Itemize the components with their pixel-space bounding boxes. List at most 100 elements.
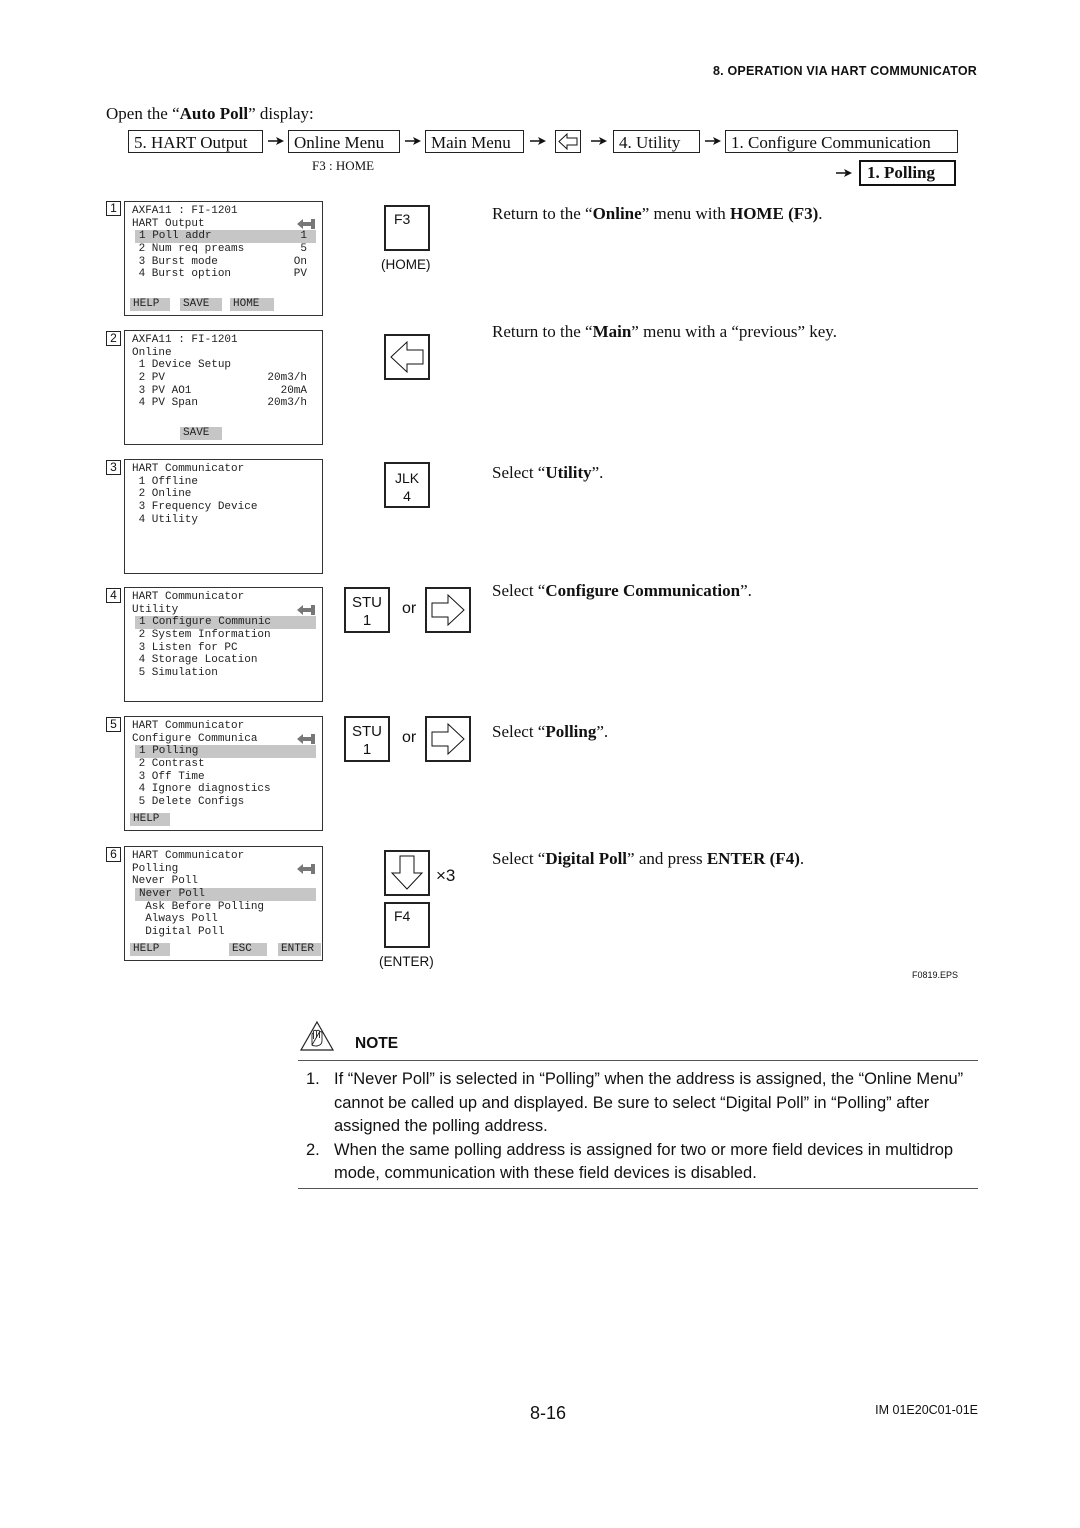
lcd-line: 3 Frequency Device [125, 501, 322, 514]
lcd-line-text: Ask Before Polling [132, 900, 265, 913]
lcd-line: 4 Storage Location [125, 654, 322, 667]
lcd-fkey-home: HOME [230, 298, 274, 311]
lcd-line: Polling [125, 863, 322, 876]
key-digit: 1 [362, 612, 372, 629]
breadcrumb-configure-communication: 1. Configure Communication [725, 130, 958, 153]
lcd-line: HART Communicator [125, 850, 322, 863]
instr-text: Select “ [492, 722, 546, 741]
lcd-line-text: 5 Simulation [132, 667, 218, 680]
stu-1-key: STU 1 [344, 587, 390, 633]
lcd-fkey-help: HELP [130, 298, 170, 311]
intro-suffix: ” display: [248, 104, 314, 123]
lcd-line-text: 4 PV Span [132, 397, 199, 410]
instr-text: Select “ [492, 849, 546, 868]
lcd-line-text: 1 Polling [139, 745, 199, 758]
figure-id: F0819.EPS [911, 970, 958, 980]
instr-text: Return to the “ [492, 322, 593, 341]
lcd-line-text: Always Poll [132, 913, 218, 926]
step-5-instruction: Select “Polling”. [492, 722, 608, 742]
lcd-line-text: 2 PV [132, 372, 166, 385]
lcd-fkey-help: HELP [130, 943, 170, 956]
lcd-line-text: Polling [132, 862, 179, 875]
lcd-fkey-esc: ESC [229, 943, 267, 956]
right-arrow-key [425, 587, 471, 633]
lcd-line: Always Poll [125, 913, 322, 926]
lcd-line-text: 4 Storage Location [132, 654, 258, 667]
instr-text: Return to the “ [492, 204, 593, 223]
down-arrow-key [384, 850, 430, 896]
lcd-line-text: 5 Delete Configs [132, 796, 245, 809]
jlk-4-key: JLK 4 [384, 462, 430, 508]
arrow-right-icon [591, 137, 607, 145]
lcd-line-text: Never Poll [139, 888, 206, 901]
step-3-instruction: Select “Utility”. [492, 463, 603, 483]
f4-enter-key: F4 [384, 902, 430, 948]
instr-text: ”. [591, 463, 604, 482]
lcd-line-text: Never Poll [132, 875, 199, 888]
instr-text: ” and press [627, 849, 707, 868]
lcd-line: 4 PV Span 20m3/h [125, 397, 322, 410]
note-item-number: 1. [306, 1070, 320, 1088]
left-arrow-icon [558, 132, 578, 151]
step-2-instruction: Return to the “Main” menu with a “previo… [492, 322, 837, 342]
lcd-line-value: 5 [300, 243, 307, 256]
lcd-line: AXFA11 : FI-1201 [125, 334, 322, 347]
instr-text: . [799, 849, 805, 868]
lcd-line: 2 System Information [125, 629, 322, 642]
document-id: IM 01E20C01-01E [875, 1403, 978, 1417]
step-6-instruction: Select “Digital Poll” and press ENTER (F… [492, 849, 804, 869]
back-arrow-icon [297, 604, 315, 615]
lcd-line: 2 Online [125, 488, 322, 501]
lcd-screen: HART Communicator Configure Communica 1 Po… [124, 716, 323, 831]
lcd-selected-line: Never Poll [135, 888, 316, 901]
lcd-line: HART Communicator [125, 591, 322, 604]
step-number: 4 [106, 588, 121, 603]
lcd-line: 3 Burst mode On [125, 256, 322, 269]
key-caption: (HOME) [381, 257, 431, 272]
lcd-line-text: AXFA11 : FI-1201 [132, 334, 238, 346]
key-label: F3 [394, 211, 411, 227]
lcd-fkey-save: SAVE [180, 298, 222, 311]
lcd-line: 3 Off Time [125, 771, 322, 784]
instr-text: ” menu with a “previous” key. [631, 322, 837, 341]
instr-bold: Utility [545, 463, 592, 482]
right-arrow-icon [431, 722, 465, 756]
caution-hand-icon [299, 1020, 335, 1051]
breadcrumb-polling: 1. Polling [859, 160, 956, 186]
lcd-line-value: 20m3/h [267, 397, 307, 410]
lcd-line: HART Communicator [125, 720, 322, 733]
lcd-line-text: HART Output [132, 217, 205, 230]
lcd-line-value: PV [293, 268, 307, 281]
lcd-line-text: HART Communicator [132, 850, 245, 862]
instr-bold: Online [592, 204, 642, 223]
key-letters: STU [352, 723, 382, 740]
lcd-line-text: 2 Contrast [132, 758, 205, 771]
note-item: 1. If “Never Poll” is selected in “Pollin… [306, 1068, 966, 1139]
intro-bold: Auto Poll [179, 104, 249, 123]
lcd-fkey-save: SAVE [180, 427, 222, 440]
step-number: 2 [106, 331, 121, 346]
lcd-function-keys: HELP SAVE HOME [130, 298, 318, 311]
lcd-line: Ask Before Polling [125, 901, 322, 914]
lcd-line-text: HART Communicator [132, 591, 245, 603]
lcd-line: Configure Communica [125, 733, 322, 746]
left-arrow-icon [390, 340, 424, 374]
lcd-line: HART Communicator [125, 463, 322, 476]
arrow-right-icon [705, 137, 721, 145]
instr-bold: HOME (F3) [729, 204, 819, 223]
lcd-function-keys: HELP [130, 813, 318, 826]
lcd-line: 2 Num req preams 5 [125, 243, 322, 256]
step-number: 3 [106, 460, 121, 475]
section-header: 8. OPERATION VIA HART COMMUNICATOR [713, 64, 977, 78]
key-letters: STU [352, 594, 382, 611]
lcd-line-text: Configure Communica [132, 732, 258, 745]
right-arrow-icon [431, 593, 465, 627]
right-arrow-key [425, 716, 471, 762]
lcd-line-value: On [293, 255, 307, 268]
lcd-line: 3 PV AO1 20mA [125, 385, 322, 398]
lcd-line-text: Online [132, 346, 172, 359]
lcd-line-value: 20m3/h [267, 372, 307, 385]
breadcrumb-online-menu: Online Menu [288, 130, 400, 153]
or-label: or [402, 600, 417, 617]
lcd-line: 1 Offline [125, 476, 322, 489]
